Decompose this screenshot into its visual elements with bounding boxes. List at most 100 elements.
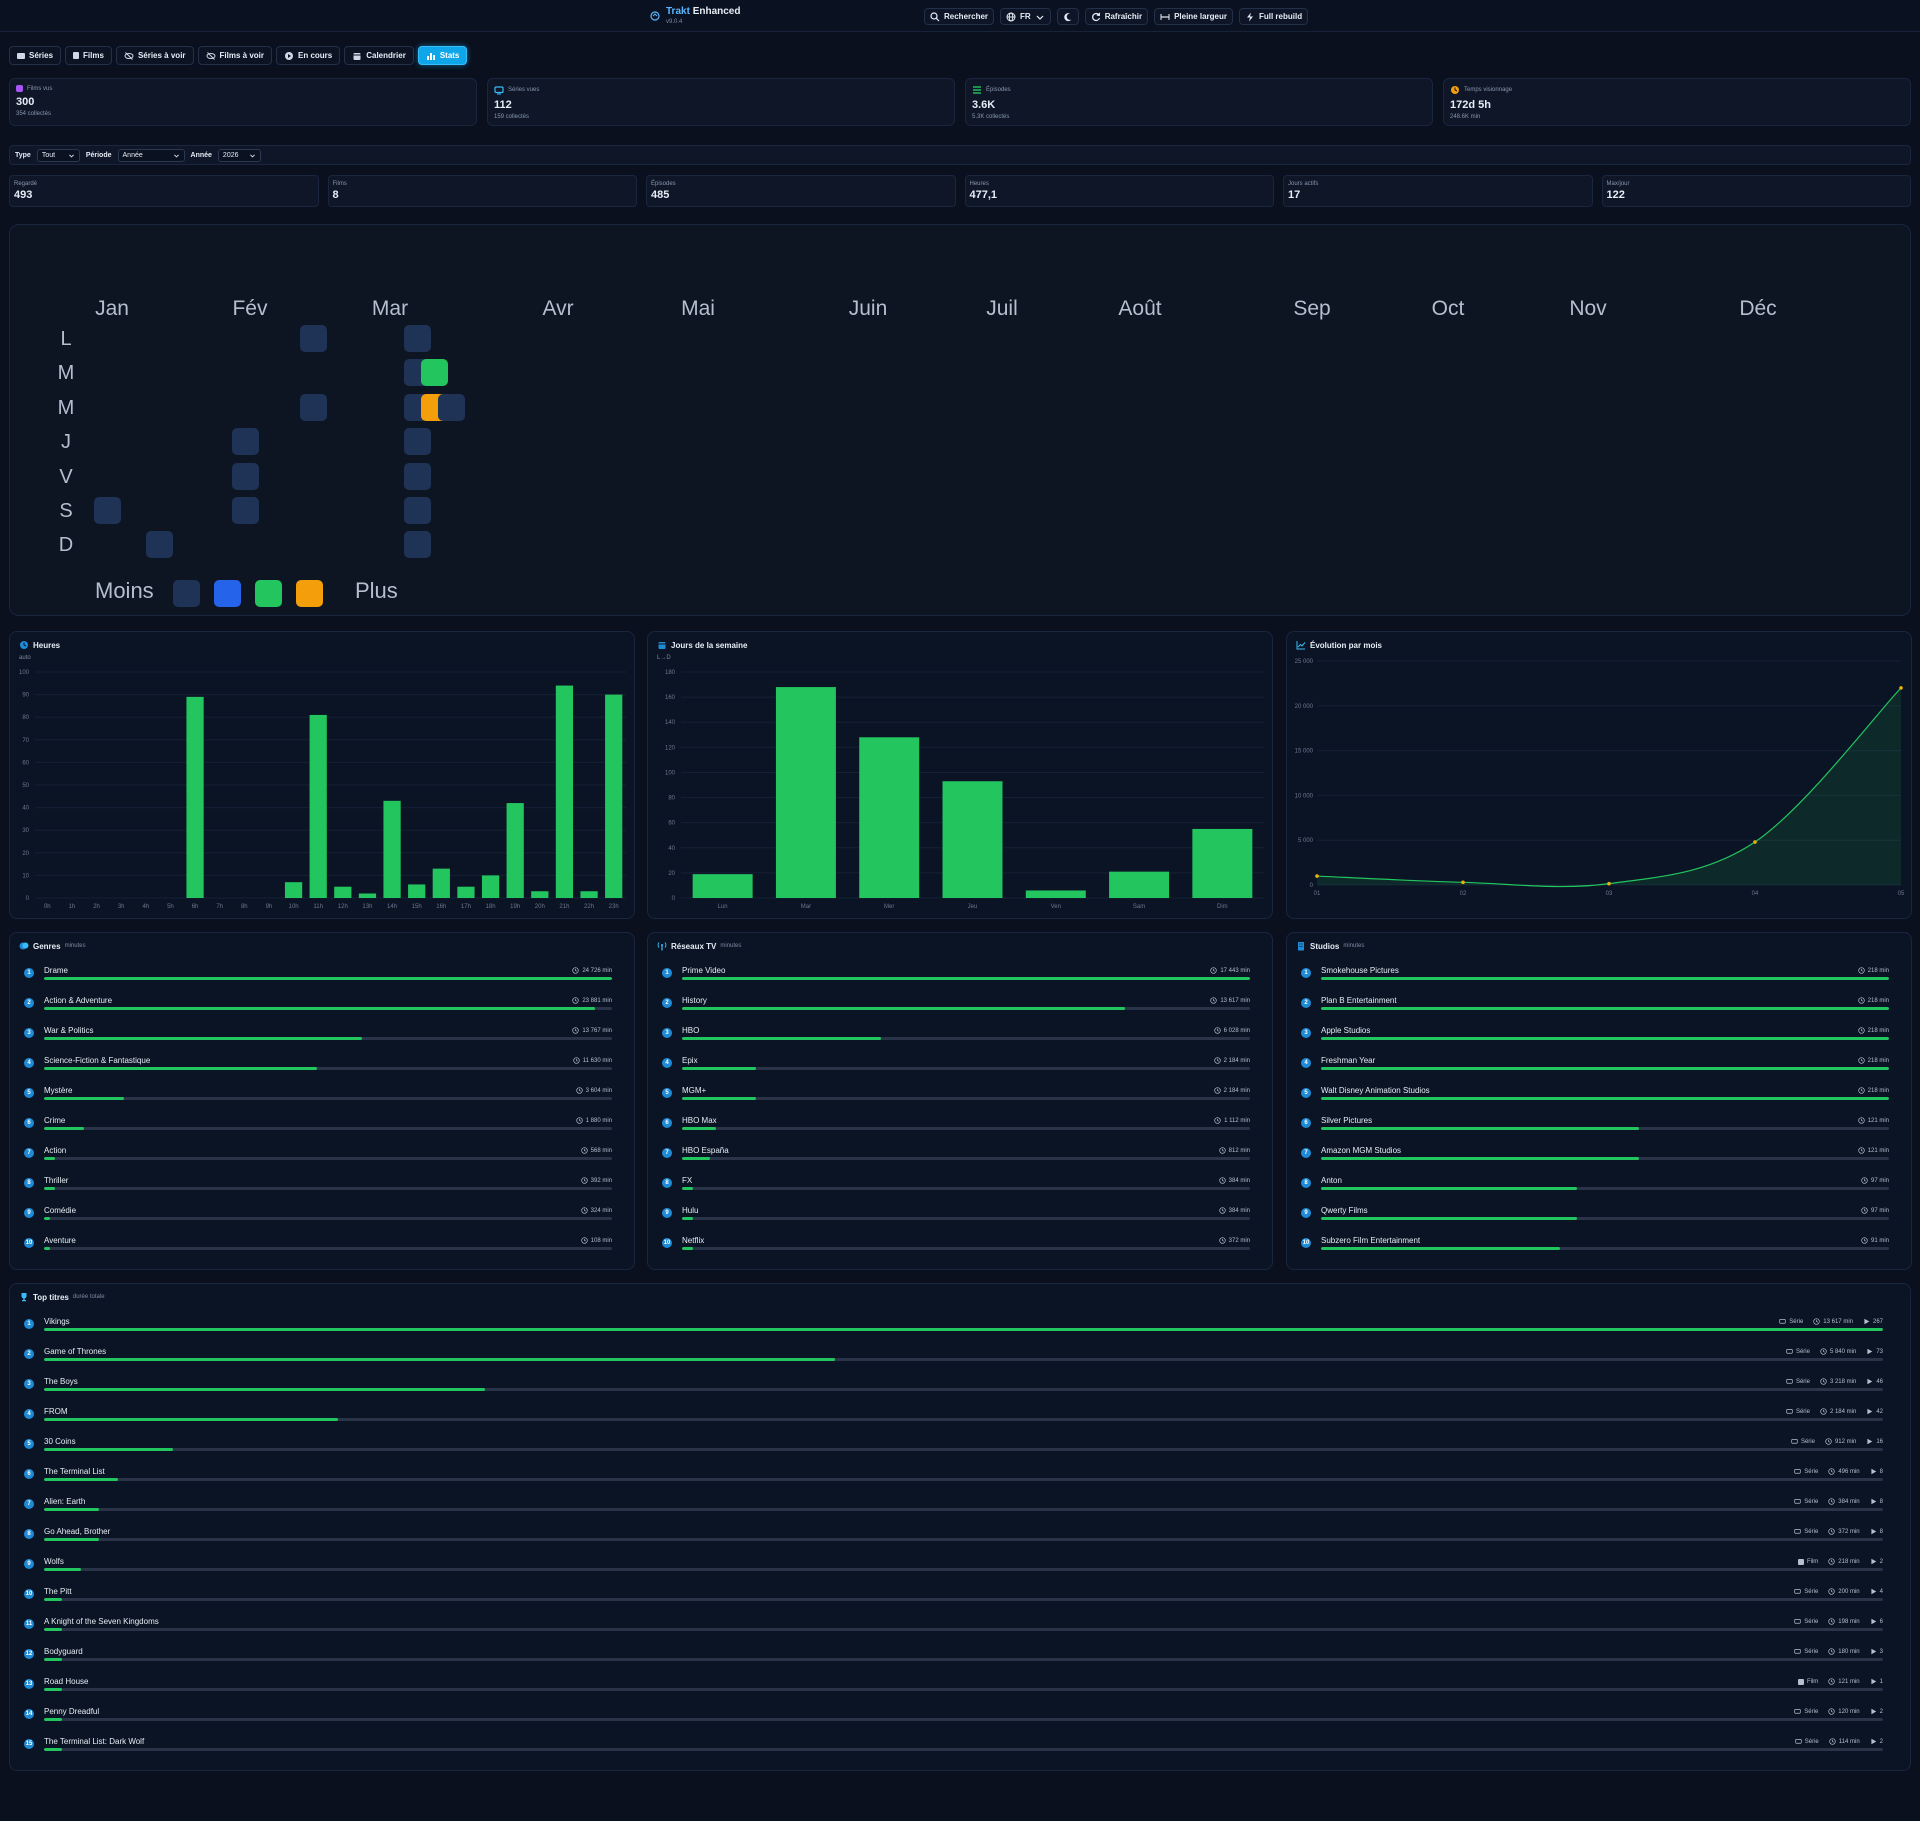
heatmap-cell[interactable] <box>300 325 328 352</box>
list-item[interactable]: 5 Mystère 3 604 min <box>19 1083 625 1113</box>
bar[interactable] <box>775 687 836 898</box>
full-width-button[interactable]: Pleine largeur <box>1154 8 1233 25</box>
heatmap-cell[interactable] <box>300 393 328 421</box>
theme-toggle-button[interactable] <box>1056 8 1079 25</box>
bar[interactable] <box>1192 828 1253 898</box>
list-item[interactable]: 2 Action & Adventure 23 881 min <box>19 993 625 1023</box>
list-item[interactable]: 9 Comédie 324 min <box>19 1203 625 1233</box>
bar[interactable] <box>309 714 327 898</box>
list-item[interactable]: 9 Hulu 384 min <box>657 1203 1263 1233</box>
tab-stats[interactable]: Stats <box>417 46 468 65</box>
list-item[interactable]: 8 Anton 97 min <box>1296 1173 1902 1203</box>
top-title-row[interactable]: 5 30 Coins Série 912 min 16 <box>19 1434 1901 1464</box>
list-item[interactable]: 5 MGM+ 2 184 min <box>657 1083 1263 1113</box>
list-item[interactable]: 9 Qwerty Films 97 min <box>1296 1203 1902 1233</box>
list-item[interactable]: 1 Smokehouse Pictures 218 min <box>1296 963 1902 993</box>
top-title-row[interactable]: 13 Road House Film 121 min 1 <box>19 1674 1901 1704</box>
bar[interactable] <box>334 886 352 898</box>
type-select[interactable]: Tout <box>36 148 80 162</box>
list-item[interactable]: 2 Plan B Entertainment 218 min <box>1296 993 1902 1023</box>
heatmap-cell[interactable] <box>403 325 431 352</box>
full-rebuild-button[interactable]: Full rebuild <box>1238 8 1309 25</box>
data-point[interactable] <box>1607 881 1611 886</box>
list-item[interactable]: 6 Crime 1 880 min <box>19 1113 625 1143</box>
heatmap-cell[interactable] <box>403 531 431 559</box>
list-item[interactable]: 8 Thriller 392 min <box>19 1173 625 1203</box>
top-title-row[interactable]: 4 FROM Série 2 184 min 42 <box>19 1404 1901 1434</box>
bar[interactable] <box>692 874 753 898</box>
list-item[interactable]: 10 Aventure 108 min <box>19 1233 625 1263</box>
bar[interactable] <box>580 891 598 898</box>
list-item[interactable]: 4 Science-Fiction & Fantastique 11 630 min <box>19 1053 625 1083</box>
top-title-row[interactable]: 3 The Boys Série 3 218 min 46 <box>19 1374 1901 1404</box>
heatmap-cell[interactable] <box>145 531 173 559</box>
top-title-row[interactable]: 11 A Knight of the Seven Kingdoms Série 198… <box>19 1614 1901 1644</box>
bar[interactable] <box>284 882 303 898</box>
search-button[interactable]: Rechercher <box>924 8 995 25</box>
list-item[interactable]: 3 War & Politics 13 767 min <box>19 1023 625 1053</box>
heatmap-cell[interactable] <box>403 497 431 524</box>
list-item[interactable]: 1 Drame 24 726 min <box>19 963 625 993</box>
language-select[interactable]: FR <box>1000 8 1051 25</box>
list-item[interactable]: 7 Amazon MGM Studios 121 min <box>1296 1143 1902 1173</box>
bar[interactable] <box>859 737 920 898</box>
heatmap-cell[interactable] <box>94 497 121 524</box>
top-title-row[interactable]: 2 Game of Thrones Série 5 840 min 73 <box>19 1344 1901 1374</box>
tab-series-to-watch[interactable]: Séries à voir <box>115 46 194 65</box>
list-item[interactable]: 5 Walt Disney Animation Studios 218 min <box>1296 1083 1902 1113</box>
list-item[interactable]: 6 Silver Pictures 121 min <box>1296 1113 1902 1143</box>
heatmap-cell[interactable] <box>231 462 259 490</box>
list-item[interactable]: 10 Netflix 372 min <box>657 1233 1263 1263</box>
tab-in-progress[interactable]: En cours <box>276 46 341 65</box>
heatmap-cell[interactable] <box>420 359 448 387</box>
bar[interactable] <box>1025 890 1086 898</box>
data-point[interactable] <box>1753 840 1757 844</box>
top-title-row[interactable]: 14 Penny Dreadful Série 120 min 2 <box>19 1704 1901 1734</box>
list-item[interactable]: 6 HBO Max 1 112 min <box>657 1113 1263 1143</box>
heatmap-cell[interactable] <box>438 393 465 421</box>
bar[interactable] <box>555 685 574 898</box>
bar[interactable] <box>358 893 377 898</box>
top-title-row[interactable]: 15 The Terminal List: Dark Wolf Série 114 m… <box>19 1734 1901 1764</box>
top-title-row[interactable]: 8 Go Ahead, Brother Série 372 min 8 <box>19 1524 1901 1554</box>
list-item[interactable]: 2 History 13 617 min <box>657 993 1263 1023</box>
tab-calendar[interactable]: Calendrier <box>344 46 414 65</box>
bar[interactable] <box>432 868 450 898</box>
bar[interactable] <box>408 884 426 898</box>
bar[interactable] <box>186 696 204 898</box>
bar[interactable] <box>506 803 524 898</box>
bar[interactable] <box>481 875 500 898</box>
bar[interactable] <box>1109 871 1170 898</box>
top-title-row[interactable]: 12 Bodyguard Série 180 min 3 <box>19 1644 1901 1674</box>
top-title-row[interactable]: 6 The Terminal List Série 496 min 8 <box>19 1464 1901 1494</box>
bar[interactable] <box>605 694 623 898</box>
list-item[interactable]: 7 Action 568 min <box>19 1143 625 1173</box>
top-title-row[interactable]: 7 Alien: Earth Série 384 min 8 <box>19 1494 1901 1524</box>
heatmap-cell[interactable] <box>231 428 259 456</box>
heatmap-cell[interactable] <box>403 462 431 490</box>
list-item[interactable]: 3 Apple Studios 218 min <box>1296 1023 1902 1053</box>
period-select[interactable]: Année <box>117 148 185 162</box>
list-item[interactable]: 8 FX 384 min <box>657 1173 1263 1203</box>
data-point[interactable] <box>1461 880 1465 885</box>
bar[interactable] <box>383 800 401 898</box>
heatmap-cell[interactable] <box>403 428 431 456</box>
list-item[interactable]: 7 HBO España 812 min <box>657 1143 1263 1173</box>
tab-films-to-watch[interactable]: Films à voir <box>197 46 272 65</box>
tab-films[interactable]: Films <box>65 46 112 65</box>
list-item[interactable]: 4 Epix 2 184 min <box>657 1053 1263 1083</box>
data-point[interactable] <box>1315 874 1319 878</box>
bar[interactable] <box>457 886 475 898</box>
bar[interactable] <box>942 781 1003 898</box>
list-item[interactable]: 10 Subzero Film Entertainment 91 min <box>1296 1233 1902 1263</box>
list-item[interactable]: 4 Freshman Year 218 min <box>1296 1053 1902 1083</box>
list-item[interactable]: 1 Prime Video 17 443 min <box>657 963 1263 993</box>
year-select[interactable]: 2026 <box>217 148 261 162</box>
top-title-row[interactable]: 9 Wolfs Film 218 min 2 <box>19 1554 1901 1584</box>
bar[interactable] <box>531 891 549 898</box>
heatmap-cell[interactable] <box>231 497 259 524</box>
top-title-row[interactable]: 10 The Pitt Série 200 min 4 <box>19 1584 1901 1614</box>
refresh-button[interactable]: Rafraîchir <box>1084 8 1149 25</box>
top-title-row[interactable]: 1 Vikings Série 13 617 min 267 <box>19 1314 1901 1344</box>
tab-series[interactable]: Séries <box>9 46 62 65</box>
